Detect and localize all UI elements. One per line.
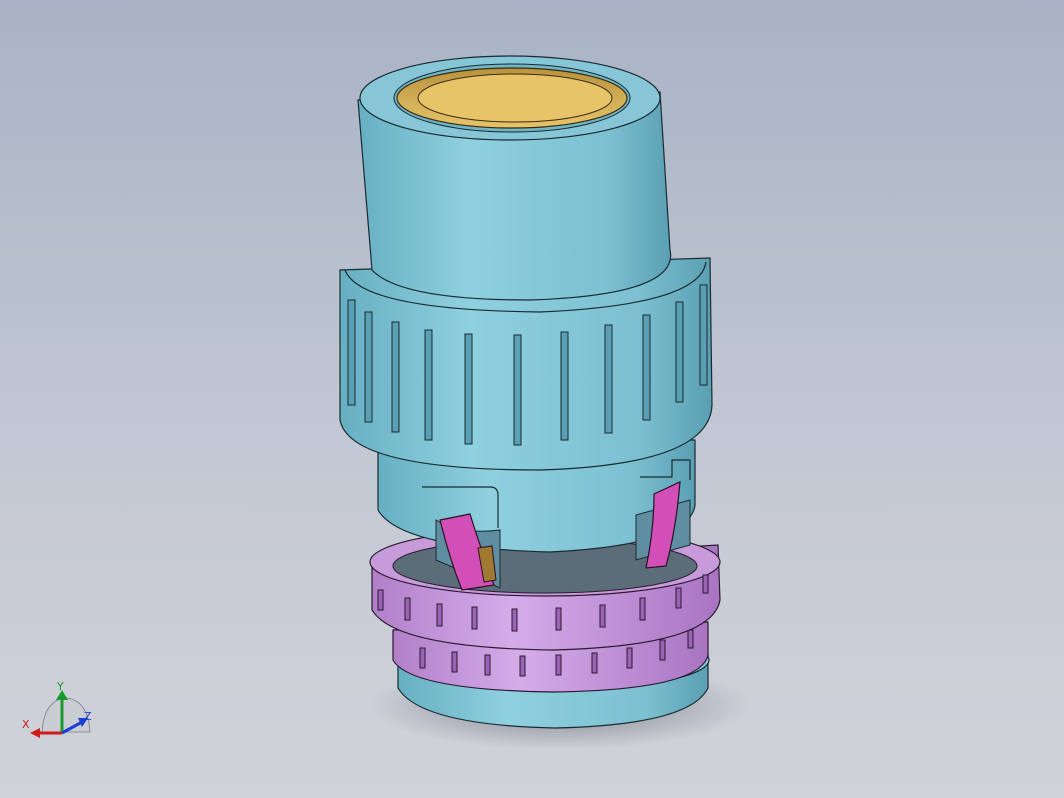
x-axis-label: X <box>22 718 30 731</box>
cad-viewport[interactable]: Y X Z <box>0 0 1064 798</box>
z-axis-label: Z <box>84 710 92 723</box>
model-canvas[interactable]: Y X Z <box>0 0 1064 798</box>
y-axis-label: Y <box>56 680 64 693</box>
brass-insert[interactable] <box>396 67 628 129</box>
orientation-triad[interactable]: Y X Z <box>22 680 92 738</box>
